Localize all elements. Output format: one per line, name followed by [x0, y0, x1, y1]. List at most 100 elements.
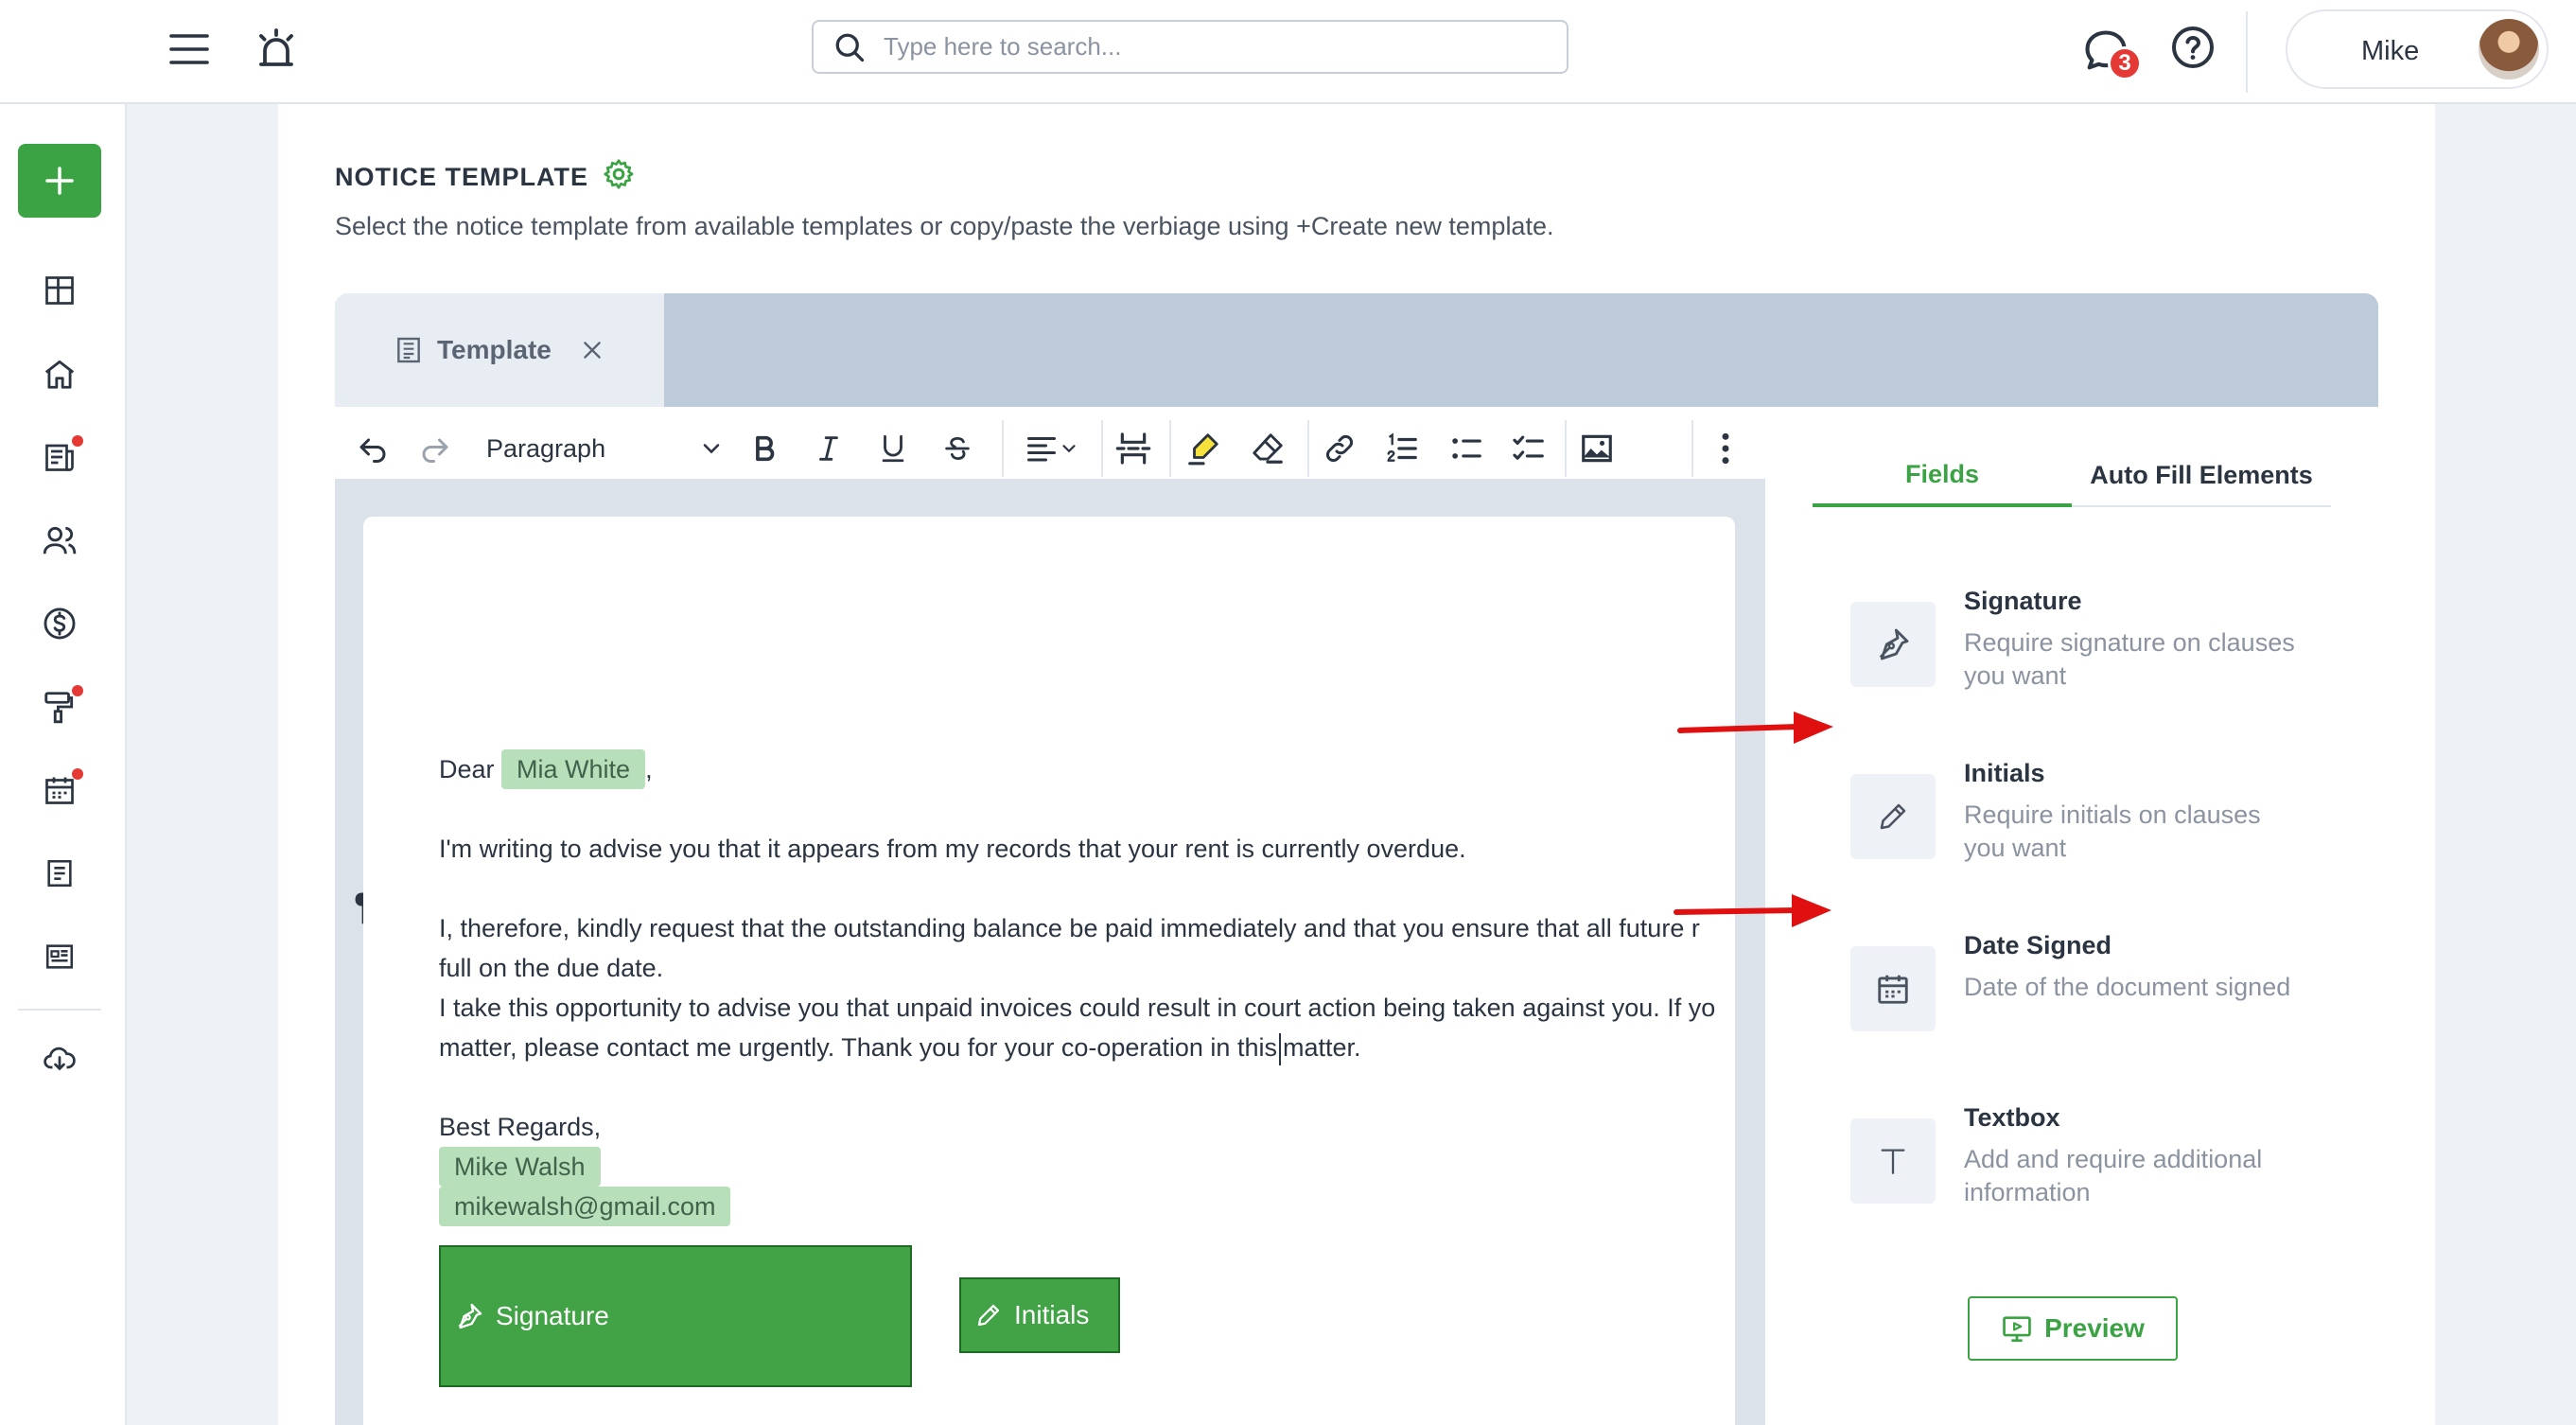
search-input[interactable] — [884, 32, 1527, 62]
bold-icon — [756, 435, 775, 462]
sidebar-item-listings[interactable] — [36, 933, 83, 980]
help-button[interactable] — [2166, 21, 2219, 74]
toolbar-separator — [1565, 420, 1567, 477]
field-description: Require initials on clauses you want — [1964, 800, 2261, 862]
user-menu[interactable]: Mike — [2286, 9, 2549, 89]
sidebar-item-payments[interactable] — [36, 600, 83, 647]
fields-panel-tabs: Fields Auto Fill Elements — [1813, 445, 2331, 507]
user-name: Mike — [2361, 36, 2420, 66]
paragraph-3-line-2b: matter. — [1282, 1033, 1361, 1062]
settings-button[interactable] — [602, 157, 636, 198]
add-new-button[interactable] — [18, 144, 101, 218]
template-tabs: Template — [335, 293, 2378, 407]
sidebar — [0, 0, 127, 1425]
tab-fields[interactable]: Fields — [1813, 445, 2072, 507]
link-button[interactable] — [1319, 428, 1360, 469]
numbered-list-button[interactable] — [1381, 428, 1423, 469]
remove-format-button[interactable] — [1245, 428, 1290, 469]
sidebar-item-users[interactable] — [36, 517, 83, 564]
initials-field-placed[interactable]: Initials — [959, 1277, 1120, 1353]
bold-button[interactable] — [744, 428, 785, 469]
dashboard-icon — [45, 276, 74, 305]
field-item-date-signed[interactable]: Date Signed Date of the document signed — [1850, 931, 2323, 1073]
recipient-chip[interactable]: Mia White — [501, 749, 646, 789]
sidebar-item-dashboard[interactable] — [36, 267, 83, 314]
sidebar-item-news[interactable] — [36, 433, 83, 481]
toolbar-separator — [1101, 420, 1103, 477]
gear-icon — [604, 159, 634, 189]
annotation-arrow-signature — [1677, 712, 1833, 744]
editor-toolbar: Paragraph — [335, 407, 1765, 488]
users-icon — [43, 526, 77, 554]
underline-icon — [882, 434, 904, 463]
field-item-textbox[interactable]: Textbox Add and require additional infor… — [1850, 1103, 2323, 1245]
pen-nib-icon — [1879, 628, 1909, 660]
sidebar-item-calendar[interactable] — [36, 766, 83, 814]
insert-image-button[interactable] — [1574, 428, 1620, 469]
toolbar-separator — [1002, 420, 1004, 477]
sidebar-item-maintenance[interactable] — [36, 683, 83, 730]
search-icon — [835, 33, 865, 62]
sidebar-item-download[interactable] — [36, 1035, 83, 1082]
top-bar: 3 Mike — [0, 0, 2576, 104]
more-options-button[interactable] — [1707, 428, 1744, 469]
bulleted-list-button[interactable] — [1446, 428, 1487, 469]
redo-button[interactable] — [414, 428, 456, 469]
sender-email-chip[interactable]: mikewalsh@gmail.com — [439, 1187, 731, 1226]
paragraph-style-value: Paragraph — [486, 433, 606, 463]
sender-name-chip[interactable]: Mike Walsh — [439, 1147, 601, 1187]
document-icon — [397, 337, 420, 363]
sidebar-item-documents[interactable] — [36, 850, 83, 897]
close-tab-button[interactable] — [580, 338, 605, 362]
highlight-button[interactable] — [1181, 428, 1226, 469]
align-dropdown[interactable] — [1014, 428, 1090, 469]
undo-icon — [359, 438, 386, 463]
field-title: Initials — [1964, 759, 2045, 787]
strikethrough-button[interactable] — [937, 428, 978, 469]
underline-button[interactable] — [872, 428, 914, 469]
annotation-arrow-initials — [1674, 894, 1831, 927]
undo-button[interactable] — [352, 428, 394, 469]
id-card-icon — [45, 944, 74, 969]
field-title: Date Signed — [1964, 931, 2112, 959]
numbered-list-icon — [1387, 432, 1417, 462]
image-icon — [1582, 434, 1612, 463]
tab-auto-fill-elements[interactable]: Auto Fill Elements — [2072, 445, 2331, 505]
todo-list-button[interactable] — [1508, 428, 1550, 469]
paragraph-style-select[interactable]: Paragraph — [486, 428, 725, 469]
field-item-signature[interactable]: Signature Require signature on clauses y… — [1850, 587, 2323, 729]
main-content: NOTICE TEMPLATE Select the notice templa… — [278, 104, 2435, 1425]
preview-button[interactable]: Preview — [1968, 1296, 2178, 1361]
notification-dot — [72, 435, 83, 447]
field-description: Date of the document signed — [1964, 973, 2291, 1001]
page-break-icon — [1115, 432, 1151, 465]
field-item-initials[interactable]: Initials Require initials on clauses you… — [1850, 759, 2323, 901]
field-description: Add and require additional information — [1964, 1145, 2263, 1206]
paragraph-2-line-2: full on the due date. — [439, 954, 664, 982]
text-cursor — [1278, 1032, 1281, 1065]
avatar — [2479, 19, 2539, 79]
greeting-text: Dear — [439, 755, 495, 783]
italic-button[interactable] — [808, 428, 850, 469]
bulleted-list-icon — [1452, 438, 1481, 459]
toolbar-separator — [1307, 420, 1309, 477]
alarm-button[interactable] — [248, 19, 305, 79]
page-break-button[interactable] — [1111, 428, 1156, 469]
search-bar[interactable] — [812, 20, 1568, 74]
sidebar-item-home[interactable] — [36, 350, 83, 397]
strikethrough-icon — [945, 436, 970, 461]
pencil-icon — [1880, 803, 1906, 830]
signature-field-placed[interactable]: Signature — [439, 1245, 912, 1387]
chevron-down-icon — [703, 444, 720, 454]
initials-field-icon-box — [1850, 774, 1936, 859]
close-icon — [584, 342, 601, 359]
calendar-icon — [1878, 975, 1908, 1004]
sidebar-divider — [18, 1009, 101, 1011]
dollar-icon — [44, 607, 76, 640]
closing-text: Best Regards, — [439, 1113, 602, 1141]
tab-template[interactable]: Template — [335, 293, 664, 407]
topbar-divider — [2246, 11, 2248, 93]
align-left-icon — [1027, 437, 1056, 462]
menu-button[interactable] — [163, 23, 216, 76]
field-description: Require signature on clauses you want — [1964, 628, 2295, 690]
